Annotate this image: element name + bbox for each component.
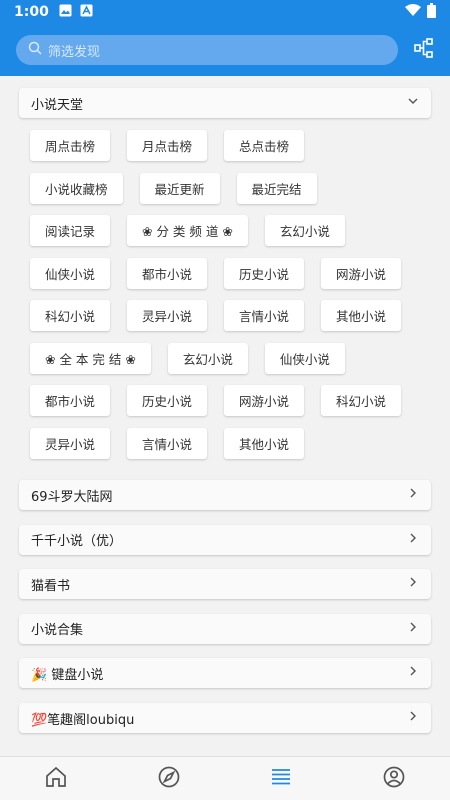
group-header[interactable]: 小说合集	[19, 613, 431, 644]
group-title: 猫看书	[31, 578, 71, 594]
category-chip[interactable]: ❀ 全 本 完 结 ❀	[30, 342, 151, 374]
category-chip[interactable]: 仙侠小说	[30, 257, 111, 289]
group-header[interactable]: 🎉 键盘小说	[19, 658, 431, 689]
category-chip[interactable]: 周点击榜	[30, 130, 111, 161]
category-chip[interactable]: ❀ 分 类 频 道 ❀	[127, 215, 248, 246]
category-chip[interactable]: 科幻小说	[321, 385, 402, 416]
category-chip[interactable]: 网游小说	[224, 385, 305, 416]
category-chip[interactable]: 灵异小说	[30, 427, 111, 459]
group-tree-button[interactable]	[408, 34, 440, 66]
group-header[interactable]: 💯笔趣阁loubiqu	[19, 703, 431, 733]
search-input[interactable]: 筛选发现	[16, 35, 398, 65]
app-notification-icon	[80, 4, 93, 21]
category-chip[interactable]: 玄幻小说	[167, 342, 248, 374]
home-icon	[44, 765, 68, 793]
search-icon	[28, 41, 48, 59]
chip-grid: 周点击榜 月点击榜 总点击榜 小说收藏榜 最近更新 最近完结 阅读记录 ❀ 分 类 频 道 ❀…	[30, 130, 430, 470]
chevron-right-icon	[407, 487, 419, 503]
chip-row: 阅读记录 ❀ 分 类 频 道 ❀ 玄幻小说	[30, 215, 430, 246]
status-bar: 1:00	[0, 0, 450, 24]
battery-icon	[427, 2, 436, 22]
category-chip[interactable]: 玄幻小说	[264, 215, 345, 246]
image-notification-icon	[59, 4, 72, 21]
category-chip[interactable]: 言情小说	[127, 427, 208, 459]
profile-icon	[382, 765, 406, 793]
chip-row: 仙侠小说 都市小说 历史小说 网游小说	[30, 257, 430, 289]
status-time: 1:00	[14, 4, 49, 20]
category-chip[interactable]: 言情小说	[224, 300, 305, 331]
group-title: 小说天堂	[31, 97, 84, 113]
group-title: 千千小说（优）	[31, 534, 123, 550]
category-chip[interactable]: 都市小说	[30, 385, 111, 416]
explore-icon	[157, 765, 181, 793]
chevron-right-icon	[407, 710, 419, 726]
category-chip[interactable]: 历史小说	[224, 257, 305, 289]
search-placeholder: 筛选发现	[48, 44, 101, 60]
group-header[interactable]: 69斗罗大陆网	[19, 480, 431, 510]
category-chip[interactable]: 灵异小说	[127, 300, 208, 331]
chip-row: 灵异小说 言情小说 其他小说	[30, 427, 430, 459]
group-title: 💯笔趣阁loubiqu	[31, 712, 135, 728]
category-chip[interactable]: 仙侠小说	[264, 342, 345, 374]
chevron-down-icon	[407, 95, 419, 111]
chip-row: 周点击榜 月点击榜 总点击榜	[30, 130, 430, 161]
category-chip[interactable]: 历史小说	[127, 385, 208, 416]
group-header[interactable]: 千千小说（优）	[19, 524, 431, 555]
chip-row: 都市小说 历史小说 网游小说 科幻小说	[30, 385, 430, 416]
nav-profile[interactable]	[364, 757, 424, 800]
group-title: 69斗罗大陆网	[31, 489, 113, 505]
category-chip[interactable]: 都市小说	[127, 257, 208, 289]
list-icon	[269, 765, 293, 793]
bottom-nav	[0, 756, 450, 800]
group-title: 小说合集	[31, 623, 84, 639]
category-chip[interactable]: 科幻小说	[30, 300, 111, 331]
nav-home[interactable]	[26, 757, 86, 800]
chip-row: 小说收藏榜 最近更新 最近完结	[30, 172, 430, 204]
category-chip[interactable]: 最近完结	[236, 172, 317, 204]
category-chip[interactable]: 总点击榜	[224, 130, 305, 161]
category-chip[interactable]: 网游小说	[321, 257, 402, 289]
app-bar: 筛选发现	[0, 24, 450, 76]
chevron-right-icon	[407, 576, 419, 592]
chip-row: ❀ 全 本 完 结 ❀ 玄幻小说 仙侠小说	[30, 342, 430, 374]
nav-explore[interactable]	[139, 757, 199, 800]
category-chip[interactable]: 最近更新	[139, 172, 220, 204]
category-chip[interactable]: 阅读记录	[30, 215, 111, 246]
nav-list[interactable]	[251, 757, 311, 800]
chevron-right-icon	[407, 532, 419, 548]
chevron-right-icon	[407, 665, 419, 681]
tree-icon	[413, 37, 435, 63]
chip-row: 科幻小说 灵异小说 言情小说 其他小说	[30, 300, 430, 331]
category-chip[interactable]: 小说收藏榜	[30, 172, 123, 204]
wifi-icon	[405, 3, 421, 21]
category-chip[interactable]: 月点击榜	[127, 130, 208, 161]
discover-list: 小说天堂 周点击榜 月点击榜 总点击榜 小说收藏榜 最近更新 最近完结 阅读记录 ❀ 分 类 …	[0, 76, 450, 756]
group-title: 🎉 键盘小说	[31, 667, 104, 683]
group-header-open[interactable]: 小说天堂	[19, 88, 431, 118]
group-header[interactable]: 猫看书	[19, 569, 431, 600]
chevron-right-icon	[407, 621, 419, 637]
category-chip[interactable]: 其他小说	[321, 300, 402, 331]
category-chip[interactable]: 其他小说	[224, 427, 305, 459]
